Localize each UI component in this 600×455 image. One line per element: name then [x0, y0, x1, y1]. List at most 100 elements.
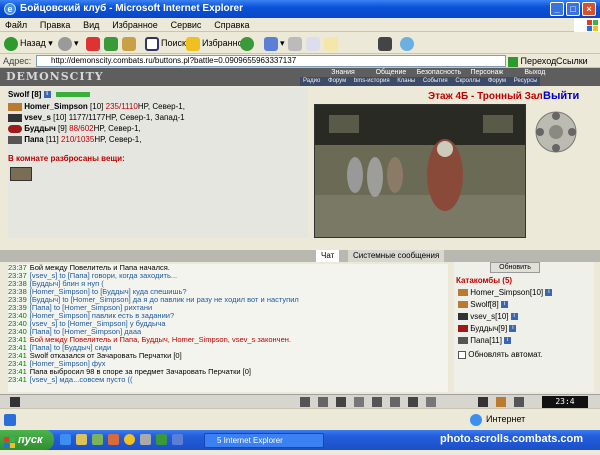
menu-help[interactable]: Справка [209, 18, 254, 32]
research-icon [378, 36, 392, 51]
forward-arrow-icon [58, 36, 72, 51]
print-button[interactable] [288, 35, 304, 51]
party-member[interactable]: Папа [11] 210/1035HP, Север-1, [8, 135, 141, 145]
edit-icon [306, 36, 320, 51]
discuss-button[interactable] [324, 35, 340, 51]
forward-button[interactable]: ▾ [58, 35, 79, 51]
nav-radio[interactable]: Радио [300, 77, 323, 86]
party-member[interactable]: vsev_s [10] 1177/1177HP, Север-1, Запад-… [8, 113, 185, 123]
refresh-button[interactable] [104, 35, 120, 51]
tool-icon[interactable] [426, 397, 436, 407]
nav-clans[interactable]: Кланы [394, 77, 418, 86]
close-button[interactable]: × [582, 2, 596, 16]
nav-events[interactable]: События [420, 77, 451, 86]
mail-button[interactable]: ▾ [264, 35, 285, 51]
quicklaunch-icon[interactable] [124, 434, 135, 445]
room-players-panel: Обновить Катакомбы (5) Homer_Simpson[10]… [454, 262, 594, 392]
messenger-button[interactable] [400, 35, 416, 51]
menu-view[interactable]: Вид [78, 18, 104, 32]
maximize-button[interactable]: □ [566, 2, 580, 16]
links-button[interactable]: Ссылки [556, 54, 588, 68]
media-button[interactable] [240, 35, 256, 51]
quicklaunch-icon[interactable] [108, 434, 119, 445]
nav-knowledge[interactable]: Знания [320, 68, 366, 77]
page-icon [4, 414, 16, 426]
refresh-room-button[interactable]: Обновить [490, 262, 540, 273]
browser-toolbar: Назад ▾ ▾ Поиск Избранное ▾ [0, 32, 600, 54]
menu-file[interactable]: Файл [0, 18, 32, 32]
info-icon[interactable]: i [510, 313, 518, 321]
info-icon[interactable]: i [545, 289, 553, 297]
dropped-item[interactable] [10, 167, 32, 181]
nav-forum-2[interactable]: Форум [485, 77, 509, 86]
clan-icon [458, 301, 468, 309]
mail-icon [264, 36, 278, 51]
nav-character[interactable]: Персонаж [464, 68, 510, 77]
nav-resources[interactable]: Ресурсы [511, 77, 541, 86]
home-button[interactable] [122, 35, 138, 51]
info-icon[interactable]: i [509, 325, 517, 333]
info-icon[interactable]: i [504, 337, 512, 345]
start-button[interactable]: пуск [0, 430, 54, 450]
tool-icon[interactable] [408, 397, 418, 407]
quicklaunch-icon[interactable] [140, 434, 151, 445]
tool-icon[interactable] [300, 397, 310, 407]
nav-security[interactable]: Безопасность [416, 68, 462, 77]
nav-exit[interactable]: Выход [512, 68, 558, 77]
navigation-compass[interactable] [528, 108, 584, 156]
room-player[interactable]: Swolf[8] i [458, 300, 508, 309]
print-icon [288, 36, 302, 51]
quicklaunch-icon[interactable] [156, 434, 167, 445]
tool-icon[interactable] [390, 397, 400, 407]
edit-button[interactable] [306, 35, 322, 51]
stop-button[interactable] [86, 35, 102, 51]
game-scene[interactable] [314, 104, 526, 238]
taskbar-ie-button[interactable]: 5 Internet Explorer [204, 433, 324, 448]
back-button[interactable]: Назад ▾ [4, 35, 53, 51]
research-button[interactable] [378, 35, 394, 51]
go-button[interactable]: Переход [508, 54, 556, 68]
room-player[interactable]: Homer_Simpson[10] i [458, 288, 553, 297]
nav-scrolls[interactable]: Скроллы [452, 77, 483, 86]
auto-refresh-checkbox[interactable] [458, 350, 466, 359]
room-player[interactable]: Папа[11] i [458, 336, 512, 345]
tool-icon[interactable] [372, 397, 382, 407]
menu-tools[interactable]: Сервис [166, 18, 207, 32]
search-button[interactable]: Поиск [145, 35, 186, 51]
chat-icon[interactable] [10, 397, 20, 407]
party-member[interactable]: Буддыч [9] 88/602HP, Север-1, [8, 124, 141, 134]
party-member[interactable]: Homer_Simpson [10] 235/1110HP, Север-1, [8, 102, 185, 112]
info-icon[interactable]: i [500, 301, 508, 309]
window-title: Бойцовский клуб - Microsoft Internet Exp… [20, 3, 244, 14]
quick-launch [60, 434, 200, 446]
minimize-button[interactable]: _ [550, 2, 564, 16]
party-panel: Swolf [8] i Homer_Simpson [10] 235/1110H… [8, 88, 308, 238]
room-player[interactable]: vsev_s[10] i [458, 312, 518, 321]
menu-edit[interactable]: Правка [35, 18, 75, 32]
tab-system[interactable]: Системные сообщения [348, 250, 445, 262]
tool-icon[interactable] [318, 397, 328, 407]
nav-communication[interactable]: Общение [368, 68, 414, 77]
menu-favorites[interactable]: Избранное [107, 18, 163, 32]
nav-history[interactable]: bms-история [351, 77, 393, 86]
refresh-icon [104, 36, 118, 51]
tool-icon[interactable] [354, 397, 364, 407]
tab-chat[interactable]: Чат [316, 250, 340, 262]
quicklaunch-icon[interactable] [60, 434, 71, 445]
window-titlebar: e Бойцовский клуб - Microsoft Internet E… [0, 0, 600, 18]
tool-icon[interactable] [336, 397, 346, 407]
address-input[interactable]: http://demonscity.combats.ru/buttons.pl?… [36, 55, 506, 67]
windows-flag-icon [574, 18, 600, 32]
tool-icon[interactable] [478, 397, 488, 407]
tool-icon[interactable] [514, 397, 524, 407]
info-icon[interactable]: i [43, 91, 51, 99]
quicklaunch-icon[interactable] [92, 434, 103, 445]
quicklaunch-icon[interactable] [172, 434, 183, 445]
menu-bar: Файл Правка Вид Избранное Сервис Справка [0, 18, 600, 32]
exit-link[interactable]: Выйти [543, 90, 579, 102]
quicklaunch-icon[interactable] [76, 434, 87, 445]
favorites-button[interactable]: Избранное [186, 35, 248, 51]
tool-icon[interactable] [496, 397, 506, 407]
nav-forum[interactable]: Форум [325, 77, 349, 86]
room-player[interactable]: Буддыч[9] i [458, 324, 517, 333]
